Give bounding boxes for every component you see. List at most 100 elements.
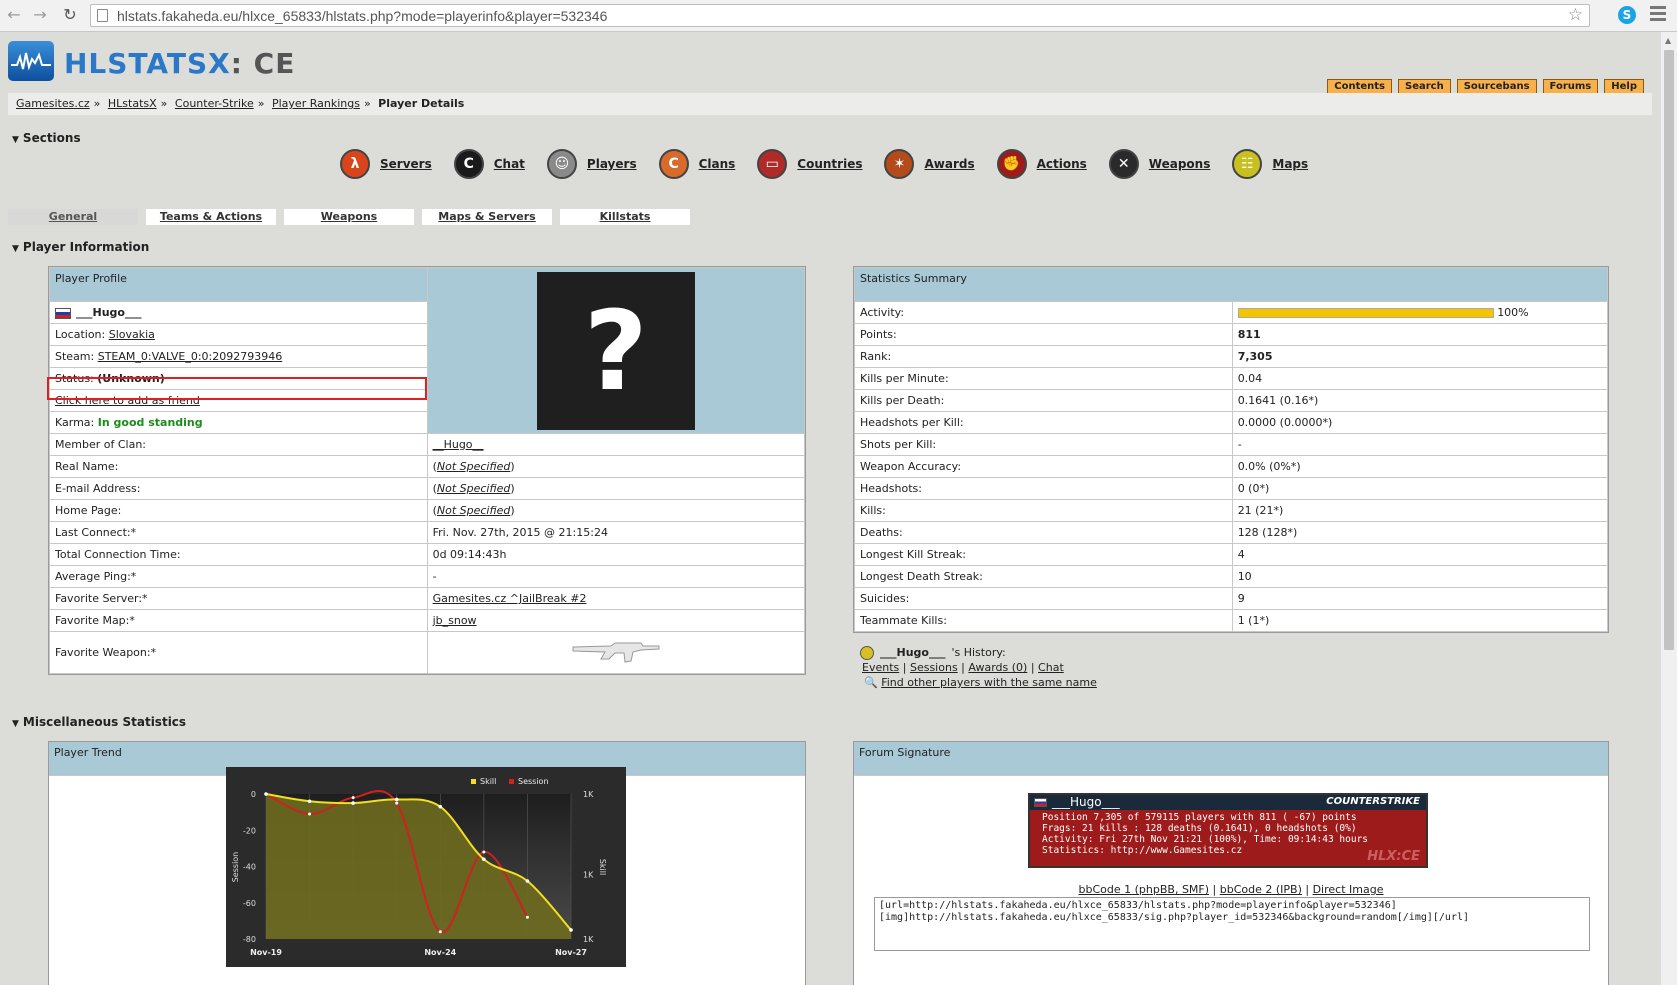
sections-heading[interactable]: ▼ Sections	[12, 131, 81, 145]
location-link[interactable]: Slovakia	[109, 328, 155, 341]
tab-general[interactable]: General	[8, 209, 138, 225]
collapse-triangle-icon[interactable]: ▼	[12, 244, 19, 254]
stats-value: 0.1641 (0.16*)	[1231, 389, 1609, 412]
search-button[interactable]: Search	[1398, 79, 1451, 94]
section-label[interactable]: Maps	[1272, 157, 1308, 171]
profile-value-cell: Fri. Nov. 27th, 2015 @ 21:15:24	[426, 521, 806, 544]
stats-label: Kills per Minute:	[854, 367, 1233, 390]
address-bar[interactable]: hlstats.fakaheda.eu/hlxce_65833/hlstats.…	[90, 4, 1590, 27]
bookmark-star-icon[interactable]: ☆	[1568, 5, 1583, 25]
breadcrumb-player-rankings[interactable]: Player Rankings	[272, 97, 360, 110]
section-label[interactable]: Clans	[699, 157, 736, 171]
bbcode2-link[interactable]: bbCode 2 (IPB)	[1220, 883, 1302, 896]
section-item-clans[interactable]: C Clans	[658, 149, 736, 179]
stats-row: Suicides: 9	[854, 587, 1609, 610]
tab-teams-actions[interactable]: Teams & Actions	[146, 209, 276, 225]
section-label[interactable]: Actions	[1037, 157, 1087, 171]
maps-icon[interactable]: ☷	[1232, 149, 1263, 179]
section-label[interactable]: Servers	[380, 157, 432, 171]
stats-label: Headshots per Kill:	[854, 411, 1233, 434]
signature-code-textarea[interactable]: [url=http://hlstats.fakaheda.eu/hlxce_65…	[874, 897, 1590, 951]
forward-icon[interactable]: →	[30, 5, 50, 25]
history-awards-link[interactable]: Awards (0)	[968, 661, 1027, 674]
weapons-icon[interactable]: ✕	[1108, 149, 1139, 179]
actions-icon[interactable]: ✊	[996, 149, 1027, 179]
logo-icon[interactable]	[8, 41, 54, 81]
chart-ytick-left: -20	[243, 826, 256, 835]
profile-value[interactable]: __Hugo__	[433, 438, 484, 451]
scroll-thumb[interactable]	[1664, 50, 1674, 650]
tab-weapons[interactable]: Weapons	[284, 209, 414, 225]
misc-statistics-heading[interactable]: ▼ Miscellaneous Statistics	[12, 715, 186, 729]
favorite-weapon-label: Favorite Weapon:*	[49, 631, 428, 674]
chart-point-skill	[482, 857, 486, 862]
stats-row: Longest Kill Streak: 4	[854, 543, 1609, 566]
breadcrumb-counter-strike[interactable]: Counter-Strike	[175, 97, 254, 110]
section-label[interactable]: Weapons	[1149, 157, 1211, 171]
skype-icon[interactable]: S	[1618, 6, 1636, 24]
stats-row: Kills per Death: 0.1641 (0.16*)	[854, 389, 1609, 412]
logo-text[interactable]: HLSTATSX: CE	[64, 47, 295, 80]
section-item-awards[interactable]: ✶ Awards	[884, 149, 975, 179]
stats-value: 4	[1231, 543, 1609, 566]
history-chat-link[interactable]: Chat	[1038, 661, 1064, 674]
karma-value: In good standing	[97, 416, 203, 429]
servers-icon[interactable]: λ	[340, 149, 370, 179]
steam-id-link[interactable]: STEAM_0:VALVE_0:0:2092793946	[98, 350, 283, 363]
stats-row: Teammate Kills: 1 (1*)	[854, 609, 1609, 632]
section-item-servers[interactable]: λ Servers	[340, 149, 432, 179]
section-item-countries[interactable]: ▭ Countries	[757, 149, 862, 179]
collapse-triangle-icon[interactable]: ▼	[12, 135, 19, 145]
scroll-up-icon[interactable]: ▲	[1665, 36, 1671, 45]
sourcebans-button[interactable]: Sourcebans	[1456, 79, 1537, 94]
chat-icon[interactable]: C	[453, 149, 484, 179]
section-item-chat[interactable]: C Chat	[453, 149, 525, 179]
section-label[interactable]: Chat	[494, 157, 525, 171]
help-button[interactable]: Help	[1604, 79, 1644, 94]
history-player-name: ___Hugo___	[880, 646, 946, 659]
history-events-link[interactable]: Events	[862, 661, 899, 674]
player-information-heading[interactable]: ▼ Player Information	[12, 240, 149, 254]
profile-value-cell: jb_snow	[426, 609, 806, 632]
menu-icon[interactable]	[1650, 6, 1666, 24]
chart-point-session	[264, 792, 268, 796]
profile-value[interactable]: Gamesites.cz ^JailBreak #2	[433, 592, 587, 605]
signature-image[interactable]: ___Hugo___ COUNTERSTRIKE Position 7,305 …	[1028, 793, 1428, 868]
back-icon[interactable]: ←	[4, 5, 24, 25]
profile-value: Not Specified	[436, 460, 511, 473]
forums-button[interactable]: Forums	[1542, 79, 1599, 94]
chart-ytick-left: -40	[243, 863, 256, 872]
players-icon[interactable]: ☺	[546, 149, 577, 179]
tab-maps-servers[interactable]: Maps & Servers	[422, 209, 552, 225]
statistics-summary-panel: Statistics Summary Activity: 100% Points…	[853, 266, 1609, 633]
collapse-triangle-icon[interactable]: ▼	[12, 719, 19, 729]
stats-label: Teammate Kills:	[854, 609, 1233, 632]
section-label[interactable]: Countries	[797, 157, 862, 171]
activity-bar-fill	[1238, 309, 1493, 317]
section-item-players[interactable]: ☺ Players	[546, 149, 637, 179]
stats-label: Headshots:	[854, 477, 1233, 500]
scrollbar[interactable]: ▲	[1660, 32, 1677, 985]
history-sessions-link[interactable]: Sessions	[910, 661, 958, 674]
profile-value[interactable]: jb_snow	[433, 614, 477, 627]
breadcrumb-hlstatsx[interactable]: HLstatsX	[108, 97, 157, 110]
direct-image-link[interactable]: Direct Image	[1313, 883, 1384, 896]
bbcode1-link[interactable]: bbCode 1 (phpBB, SMF)	[1079, 883, 1210, 896]
rifle-icon[interactable]	[571, 637, 661, 665]
add-friend-link[interactable]: Click here to add as friend	[55, 394, 200, 407]
section-label[interactable]: Awards	[924, 157, 974, 171]
section-item-weapons[interactable]: ✕ Weapons	[1108, 149, 1211, 179]
breadcrumb-gamesites[interactable]: Gamesites.cz	[16, 97, 90, 110]
tab-killstats[interactable]: Killstats	[560, 209, 690, 225]
find-same-name-link[interactable]: Find other players with the same name	[881, 676, 1097, 689]
section-item-maps[interactable]: ☷ Maps	[1232, 149, 1308, 179]
profile-value-cell: (Not Specified)	[426, 499, 806, 522]
reload-icon[interactable]: ↻	[60, 5, 80, 25]
clans-icon[interactable]: C	[658, 149, 689, 179]
countries-icon[interactable]: ▭	[757, 149, 788, 179]
section-item-actions[interactable]: ✊ Actions	[996, 149, 1087, 179]
section-label[interactable]: Players	[587, 157, 637, 171]
contents-button[interactable]: Contents	[1327, 79, 1392, 94]
awards-icon[interactable]: ✶	[884, 149, 915, 179]
search-icon: 🔍	[864, 676, 878, 689]
